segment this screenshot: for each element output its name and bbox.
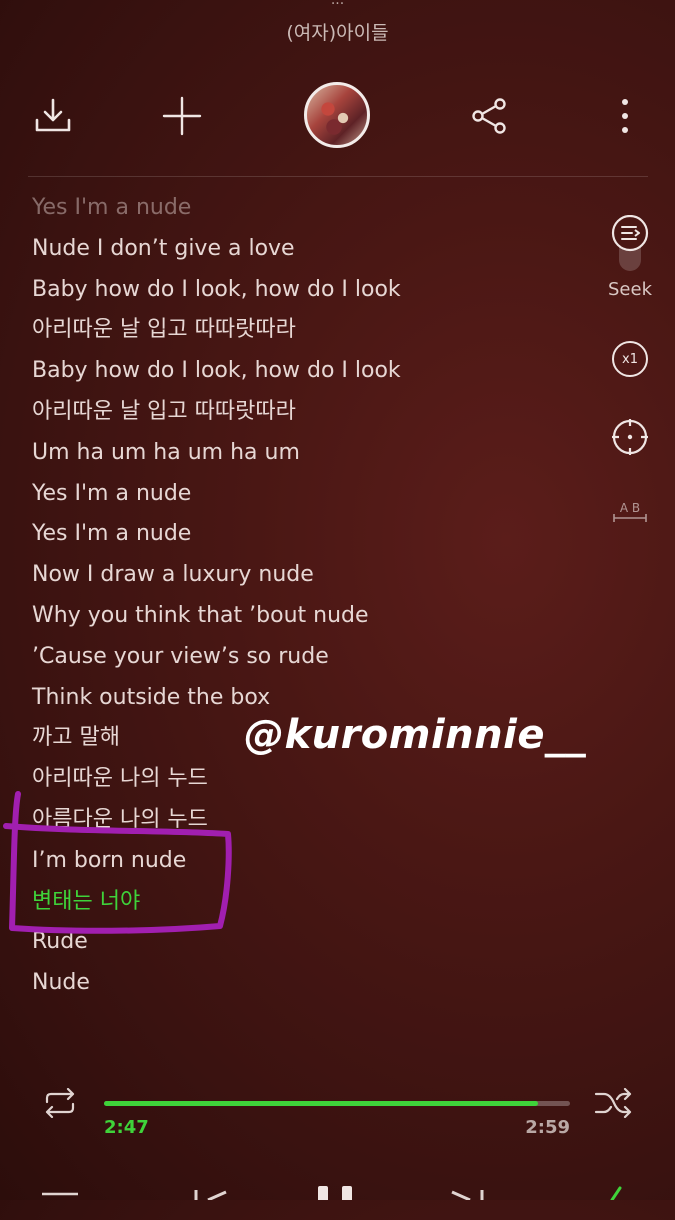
lyric-line[interactable]: Nude I don’t give a love [32, 229, 592, 270]
playback-controls [0, 1180, 675, 1220]
seek-lyrics-icon [611, 215, 649, 271]
playlist-icon[interactable] [40, 1180, 80, 1200]
add-button[interactable] [146, 80, 218, 152]
lyric-line[interactable]: 아리따운 나의 누드 [32, 759, 592, 800]
lyric-line[interactable]: I’m born nude [32, 841, 592, 882]
crosshair-icon [612, 419, 648, 455]
playback-progress: 2:47 2:59 [0, 1085, 675, 1155]
download-button[interactable] [17, 80, 89, 152]
repeat-icon [45, 1088, 75, 1118]
ab-repeat-button[interactable]: A B [585, 498, 675, 526]
next-icon[interactable] [446, 1180, 490, 1200]
lyric-line[interactable]: 아리따운 날 입고 따따랏따라 [32, 310, 592, 351]
lyric-line[interactable]: ’Cause your view’s so rude [32, 637, 592, 678]
pause-icon[interactable] [314, 1180, 358, 1200]
previous-icon[interactable] [188, 1180, 232, 1200]
header-divider [28, 176, 648, 177]
album-art[interactable] [304, 82, 370, 148]
add-icon [162, 96, 202, 136]
lyric-line[interactable]: Now I draw a luxury nude [32, 555, 592, 596]
lyric-line[interactable]: Yes I'm a nude [32, 188, 592, 229]
progress-track[interactable] [104, 1101, 570, 1106]
lyric-line[interactable]: Baby how do I look, how do I look [32, 351, 592, 392]
lyric-line-current[interactable]: 변태는 너야 [32, 882, 592, 923]
lyric-line[interactable]: 아리따운 날 입고 따따랏따라 [32, 392, 592, 433]
lyric-line[interactable]: Yes I'm a nude [32, 514, 592, 555]
current-time: 2:47 [104, 1117, 149, 1138]
shuffle-icon [594, 1088, 632, 1118]
shuffle-button[interactable] [590, 1085, 638, 1121]
share-icon [472, 98, 506, 134]
more-button[interactable] [589, 80, 661, 152]
lyric-line[interactable]: Rude [32, 922, 592, 963]
locate-current-line-button[interactable] [585, 417, 675, 457]
song-title-clipped: ... [330, 0, 345, 8]
lyric-line[interactable]: Baby how do I look, how do I look [32, 270, 592, 311]
lyric-line[interactable]: Why you think that ’bout nude [32, 596, 592, 637]
speed-button[interactable]: x1 [585, 341, 675, 377]
like-icon[interactable] [598, 1180, 628, 1200]
seek-label: Seek [608, 279, 652, 300]
lyric-line[interactable]: 아름다운 나의 누드 [32, 800, 592, 841]
lyric-line[interactable]: Yes I'm a nude [32, 474, 592, 515]
total-time: 2:59 [525, 1117, 570, 1138]
svg-text:A B: A B [620, 501, 640, 515]
artist-name: (여자)아이들 [286, 22, 389, 44]
ab-repeat-icon: A B [613, 501, 647, 522]
lyric-line[interactable]: Um ha um ha um ha um [32, 433, 592, 474]
seek-toggle[interactable]: Seek [585, 215, 675, 300]
watermark-text: @kurominnie__ [244, 712, 586, 758]
speed-label: x1 [612, 341, 648, 377]
lyrics-list[interactable]: Yes I'm a nude Nude I don’t give a love … [32, 188, 592, 1004]
lyric-line[interactable]: Nude [32, 963, 592, 1004]
progress-fill [104, 1101, 539, 1106]
download-icon [35, 98, 71, 132]
repeat-button[interactable] [36, 1085, 84, 1121]
toolbar [0, 80, 675, 152]
more-icon [622, 99, 628, 133]
share-button[interactable] [454, 80, 526, 152]
